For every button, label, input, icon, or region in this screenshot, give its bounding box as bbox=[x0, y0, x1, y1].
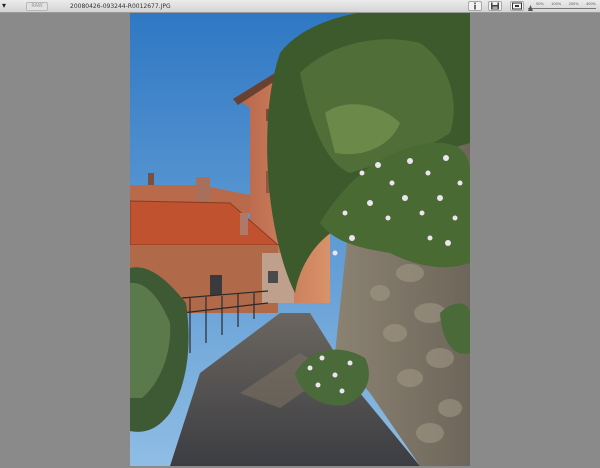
fit-screen-button[interactable] bbox=[510, 1, 524, 11]
info-button[interactable] bbox=[468, 1, 482, 11]
fit-screen-icon bbox=[512, 2, 522, 10]
info-icon bbox=[474, 2, 476, 10]
zoom-track bbox=[528, 8, 596, 9]
zoom-slider[interactable]: 50% 100% 200% 400% bbox=[528, 1, 596, 12]
menu-button[interactable]: ▾ bbox=[2, 1, 18, 12]
save-icon bbox=[491, 2, 499, 10]
save-button[interactable] bbox=[488, 1, 502, 11]
raw-button[interactable]: RAW bbox=[26, 2, 48, 11]
file-name: 20080426-093244-R0012677.JPG bbox=[70, 3, 171, 10]
zoom-label: 200% bbox=[568, 2, 579, 6]
photo[interactable] bbox=[130, 13, 470, 466]
toolbar: ▾ RAW 20080426-093244-R0012677.JPG 50% 1… bbox=[0, 0, 600, 13]
zoom-label: 50% bbox=[536, 2, 544, 6]
menu-dropdown-icon: ▾ bbox=[2, 1, 7, 10]
zoom-label: 400% bbox=[585, 2, 596, 6]
image-viewer bbox=[0, 13, 600, 468]
zoom-label: 100% bbox=[551, 2, 562, 6]
zoom-labels: 50% 100% 200% 400% bbox=[536, 1, 596, 7]
village-alley-photo bbox=[130, 13, 470, 466]
